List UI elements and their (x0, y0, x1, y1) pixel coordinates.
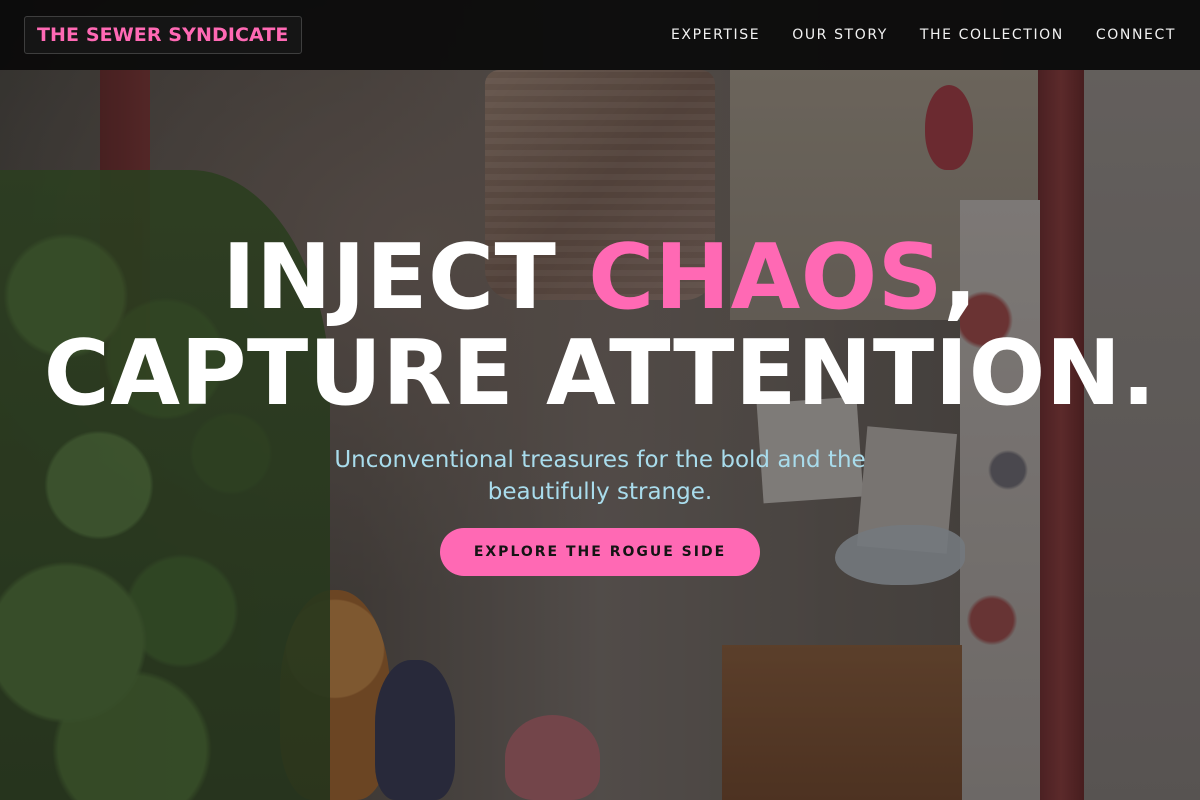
headline-text: INJECT (222, 225, 589, 330)
nav-link-connect[interactable]: CONNECT (1096, 27, 1176, 43)
explore-cta-button[interactable]: EXPLORE THE ROGUE SIDE (440, 528, 760, 576)
main-nav: EXPERTISE OUR STORY THE COLLECTION CONNE… (639, 27, 1176, 43)
site-header: THE SEWER SYNDICATE EXPERTISE OUR STORY … (0, 0, 1200, 70)
hero-subtitle: Unconventional treasures for the bold an… (334, 447, 866, 505)
hero-headline: INJECT CHAOS, CAPTURE ATTENTION. (0, 230, 1200, 422)
headline-accent-word: CHAOS (588, 225, 944, 330)
nav-link-our-story[interactable]: OUR STORY (792, 27, 888, 43)
nav-link-expertise[interactable]: EXPERTISE (671, 27, 760, 43)
brand-logo[interactable]: THE SEWER SYNDICATE (24, 16, 302, 54)
landing-page: THE SEWER SYNDICATE EXPERTISE OUR STORY … (0, 0, 1200, 800)
headline-line-2: CAPTURE ATTENTION. (43, 321, 1157, 426)
nav-link-the-collection[interactable]: THE COLLECTION (920, 27, 1064, 43)
headline-line-1: INJECT CHAOS, (0, 230, 1200, 326)
hero-section: INJECT CHAOS, CAPTURE ATTENTION. Unconve… (0, 0, 1200, 800)
headline-punctuation: , (943, 225, 978, 330)
